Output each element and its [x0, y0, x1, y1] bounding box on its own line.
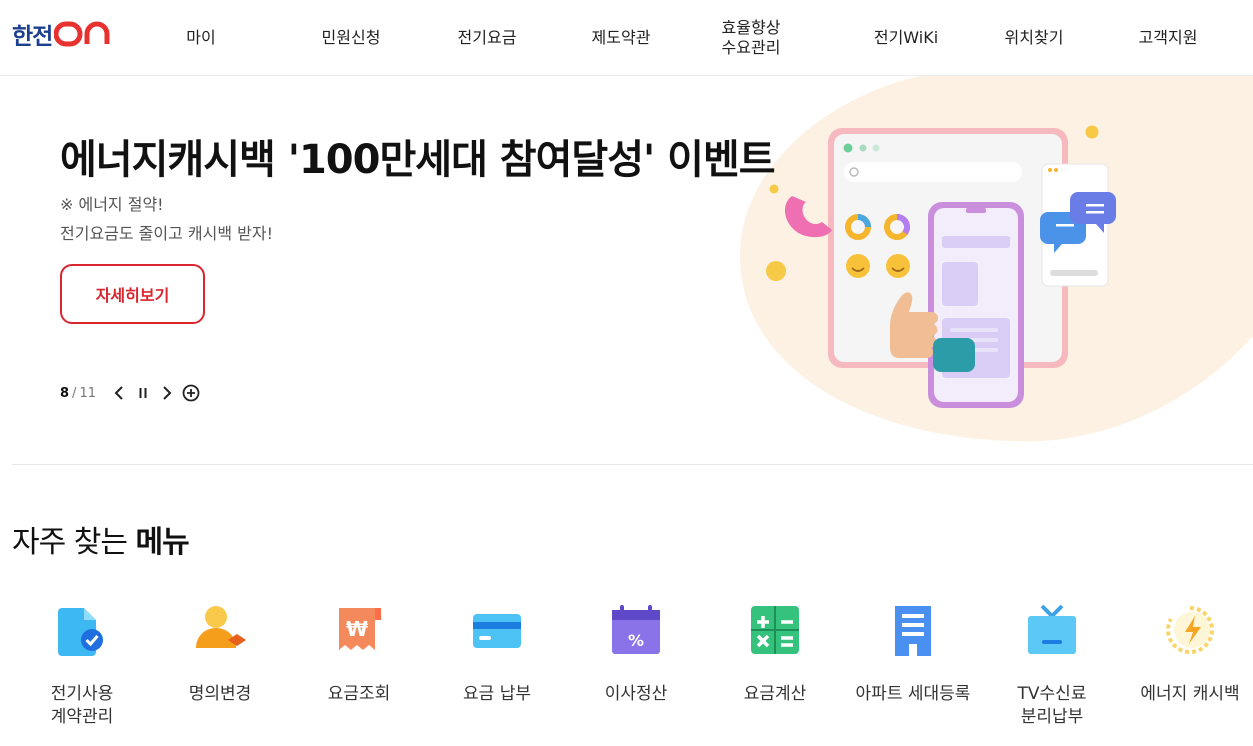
quick-menu-label: 전기사용 계약관리 [50, 684, 114, 727]
frequent-menu-title-bold: 메뉴 [135, 525, 189, 560]
quick-menu-bill-payment[interactable]: 요금 납부 [427, 600, 567, 706]
hero-subtitle-2: 전기요금도 줄이고 캐시백 받자! [60, 224, 274, 243]
quick-menu-bill-calc[interactable]: 요금계산 [705, 600, 845, 706]
quick-menu-label: 요금 납부 [463, 684, 531, 704]
quick-menu-contract[interactable]: 전기사용 계약관리 [12, 600, 152, 729]
quick-menu-energy-cashback[interactable]: 에너지 캐시백 [1120, 600, 1253, 706]
user-change-icon [190, 600, 250, 660]
plus-circle-icon[interactable] [182, 382, 200, 404]
hero-illustration [720, 76, 1253, 456]
quick-menu-move-settlement[interactable]: % 이사정산 [566, 600, 706, 706]
nav-civil-request[interactable]: 민원신청 [300, 0, 402, 76]
frequent-menu-title-normal: 자주 찾는 [12, 525, 128, 560]
quick-menu-label: 요금조회 [327, 684, 391, 704]
banner-pager: 8 / 11 [60, 382, 200, 404]
nav-location[interactable]: 위치찾기 [983, 0, 1085, 76]
apartment-icon [883, 600, 943, 660]
quick-menu-bill-inquiry[interactable]: ₩ 요금조회 [289, 600, 429, 706]
quick-menu-label: TV수신료 분리납부 [1017, 684, 1087, 727]
tv-icon [1022, 600, 1082, 660]
pager-total: 11 [79, 385, 96, 401]
quick-menu-tv-fee[interactable]: TV수신료 분리납부 [982, 600, 1122, 729]
nav-terms[interactable]: 제도약관 [570, 0, 672, 76]
pager-separator: / [72, 385, 77, 401]
nav-wiki[interactable]: 전기WiKi [855, 0, 957, 76]
pager-current: 8 [60, 385, 70, 401]
document-check-icon [52, 600, 112, 660]
kepco-on-logo[interactable]: 한전 [12, 19, 112, 50]
prev-slide-icon[interactable] [110, 382, 128, 404]
nav-electric-bill[interactable]: 전기요금 [436, 0, 538, 76]
frequent-menu-title: 자주 찾는 메뉴 [12, 517, 190, 561]
energy-bolt-icon [1160, 600, 1220, 660]
view-details-button[interactable]: 자세히보기 [60, 264, 205, 324]
nav-my[interactable]: 마이 [150, 0, 252, 76]
quick-menu-apartment[interactable]: 아파트 세대등록 [843, 600, 983, 706]
nav-efficiency[interactable]: 효율향상 수요관리 [700, 0, 802, 76]
calendar-percent-icon: % [606, 600, 666, 660]
svg-text:%: % [628, 631, 644, 650]
won-receipt-icon: ₩ [329, 600, 389, 660]
hero-subtitle-1: ※ 에너지 절약! [60, 195, 164, 214]
svg-text:₩: ₩ [346, 617, 368, 641]
quick-menu-label: 아파트 세대등록 [855, 684, 971, 704]
hero-title: 에너지캐시백 '100만세대 참여달성' 이벤트 [60, 137, 776, 183]
site-header: 한전 마이 민원신청 전기요금 제도약관 효율향상 수요관리 전기WiKi 위치… [0, 0, 1253, 76]
quick-menu-label: 이사정산 [604, 684, 668, 704]
quick-menu-label: 명의변경 [188, 684, 252, 704]
logo-on-mark [54, 21, 112, 47]
quick-menu-label: 에너지 캐시백 [1140, 684, 1240, 704]
quick-menu-name-change[interactable]: 명의변경 [150, 600, 290, 706]
credit-card-icon [467, 600, 527, 660]
logo-text: 한전 [12, 24, 53, 50]
section-divider [12, 464, 1253, 465]
pause-icon[interactable] [134, 382, 152, 404]
next-slide-icon[interactable] [158, 382, 176, 404]
calculator-icon [745, 600, 805, 660]
nav-support[interactable]: 고객지원 [1117, 0, 1219, 76]
quick-menu-label: 요금계산 [743, 684, 807, 704]
